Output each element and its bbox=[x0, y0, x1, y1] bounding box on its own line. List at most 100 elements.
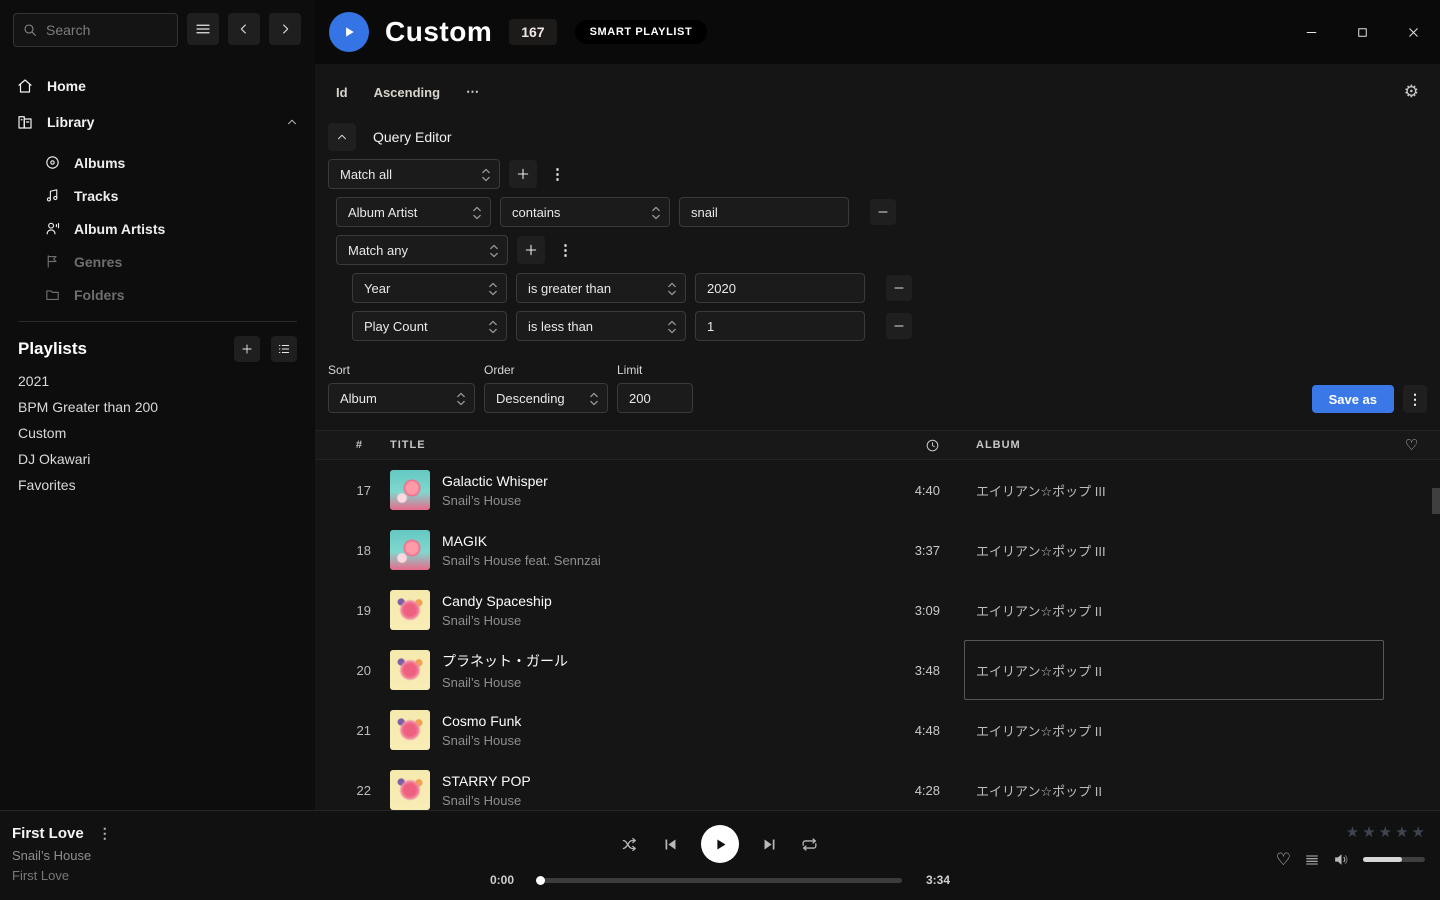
list-toolbar: Id Ascending ⋯ ⚙ bbox=[315, 64, 1440, 102]
collapse-query-editor-button[interactable] bbox=[328, 123, 356, 151]
track-album-cell-focused[interactable]: エイリアン☆ポップ II bbox=[964, 640, 1384, 700]
rule-field-select[interactable]: Play Count bbox=[352, 311, 507, 341]
table-row[interactable]: 17 Galactic WhisperSnail’s House 4:40 エイ… bbox=[315, 460, 1440, 520]
maximize-button[interactable] bbox=[1351, 21, 1374, 44]
gear-icon[interactable]: ⚙ bbox=[1404, 82, 1419, 102]
play-pause-button[interactable] bbox=[701, 825, 739, 863]
table-row[interactable]: 21 Cosmo FunkSnail’s House 4:48 エイリアン☆ポッ… bbox=[315, 700, 1440, 760]
group-menu-button[interactable]: ⋮ bbox=[554, 241, 577, 259]
seek-thumb[interactable] bbox=[536, 876, 545, 885]
volume-slider[interactable] bbox=[1363, 857, 1425, 862]
menu-button[interactable] bbox=[187, 13, 219, 45]
track-album-cell[interactable]: エイリアン☆ポップ III bbox=[964, 520, 1384, 580]
sidebar-item-folders[interactable]: Folders bbox=[0, 278, 315, 311]
table-row[interactable]: 22 STARRY POPSnail’s House 4:28 エイリアン☆ポッ… bbox=[315, 760, 1440, 810]
star-icon[interactable]: ★ bbox=[1379, 823, 1392, 841]
nav-forward-button[interactable] bbox=[269, 13, 301, 45]
limit-input[interactable] bbox=[617, 383, 693, 413]
rule-value-input[interactable] bbox=[695, 311, 865, 341]
table-row[interactable]: 20 プラネット・ガールSnail’s House 3:48 エイリアン☆ポップ… bbox=[315, 640, 1440, 700]
save-menu-button[interactable]: ⋮ bbox=[1403, 385, 1427, 413]
clock-icon bbox=[925, 438, 940, 453]
track-album-cell[interactable]: エイリアン☆ポップ II bbox=[964, 580, 1384, 640]
scrollbar-thumb[interactable] bbox=[1432, 488, 1440, 514]
search-icon bbox=[22, 22, 38, 38]
playlist-item[interactable]: 2021 bbox=[0, 368, 315, 394]
chevron-up-icon[interactable] bbox=[285, 115, 299, 129]
add-rule-button[interactable] bbox=[517, 236, 545, 264]
artist-icon bbox=[44, 220, 61, 237]
remove-rule-button[interactable] bbox=[886, 275, 912, 301]
sidebar-item-tracks[interactable]: Tracks bbox=[0, 179, 315, 212]
next-track-button[interactable] bbox=[761, 836, 778, 853]
now-playing-track[interactable]: First Love bbox=[12, 825, 84, 842]
playlist-item[interactable]: Custom bbox=[0, 420, 315, 446]
add-rule-button[interactable] bbox=[509, 160, 537, 188]
sort-select[interactable]: Album bbox=[328, 383, 475, 413]
remove-rule-button[interactable] bbox=[886, 313, 912, 339]
sidebar-item-genres[interactable]: Genres bbox=[0, 245, 315, 278]
queue-button[interactable] bbox=[1304, 852, 1320, 868]
title-column-header[interactable]: TITLE bbox=[390, 439, 870, 451]
nav-back-button[interactable] bbox=[228, 13, 260, 45]
rule-field-select[interactable]: Year bbox=[352, 273, 507, 303]
rule-operator-select[interactable]: is less than bbox=[516, 311, 686, 341]
star-icon[interactable]: ★ bbox=[1346, 823, 1359, 841]
seek-bar[interactable] bbox=[538, 878, 902, 883]
duration-column-header[interactable] bbox=[870, 438, 940, 453]
table-row[interactable]: 18 MAGIKSnail’s House feat. Sennzai 3:37… bbox=[315, 520, 1440, 580]
sidebar-item-home[interactable]: Home bbox=[0, 68, 315, 104]
previous-track-button[interactable] bbox=[662, 836, 679, 853]
match-type-select[interactable]: Match all bbox=[328, 159, 500, 189]
track-album: エイリアン☆ポップ II bbox=[976, 781, 1102, 800]
more-options-button[interactable]: ⋯ bbox=[466, 84, 479, 100]
order-select[interactable]: Descending bbox=[484, 383, 608, 413]
now-playing-artist[interactable]: Snail’s House bbox=[12, 848, 112, 863]
match-type-select[interactable]: Match any bbox=[336, 235, 508, 265]
music-note-icon bbox=[44, 187, 61, 204]
star-icon[interactable]: ★ bbox=[1362, 823, 1375, 841]
track-album-cell[interactable]: エイリアン☆ポップ II bbox=[964, 700, 1384, 760]
now-playing-album[interactable]: First Love bbox=[12, 868, 112, 883]
close-button[interactable] bbox=[1402, 21, 1425, 44]
star-icon[interactable]: ★ bbox=[1395, 823, 1408, 841]
album-column-header[interactable]: ALBUM bbox=[964, 439, 1384, 451]
now-playing-menu-button[interactable]: ⋮ bbox=[98, 825, 112, 842]
remove-rule-button[interactable] bbox=[870, 199, 896, 225]
favorite-button[interactable]: ♡ bbox=[1276, 851, 1291, 868]
index-column-header[interactable]: # bbox=[315, 439, 371, 451]
playlist-item[interactable]: DJ Okawari bbox=[0, 446, 315, 472]
rule-operator-select[interactable]: is greater than bbox=[516, 273, 686, 303]
sort-field-button[interactable]: Id bbox=[336, 85, 348, 100]
smart-playlist-badge: SMART PLAYLIST bbox=[575, 20, 708, 44]
save-as-button[interactable]: Save as bbox=[1312, 385, 1394, 413]
minus-icon bbox=[892, 281, 906, 295]
track-index: 20 bbox=[315, 663, 371, 678]
rule-field-select[interactable]: Album Artist bbox=[336, 197, 491, 227]
playlist-item[interactable]: Favorites bbox=[0, 472, 315, 498]
play-playlist-button[interactable] bbox=[329, 12, 369, 52]
sidebar-item-album-artists[interactable]: Album Artists bbox=[0, 212, 315, 245]
flag-icon bbox=[44, 253, 61, 270]
sort-direction-button[interactable]: Ascending bbox=[374, 85, 440, 100]
rule-value-input[interactable] bbox=[695, 273, 865, 303]
star-icon[interactable]: ★ bbox=[1412, 823, 1425, 841]
playlist-list-button[interactable] bbox=[271, 336, 297, 362]
volume-button[interactable] bbox=[1333, 851, 1350, 868]
shuffle-button[interactable] bbox=[621, 835, 640, 854]
favorite-column-header[interactable]: ♡ bbox=[1384, 436, 1440, 454]
minus-icon bbox=[876, 205, 890, 219]
table-row[interactable]: 19 Candy SpaceshipSnail’s House 3:09 エイリ… bbox=[315, 580, 1440, 640]
sidebar-item-albums[interactable]: Albums bbox=[0, 146, 315, 179]
track-album-cell[interactable]: エイリアン☆ポップ III bbox=[964, 460, 1384, 520]
repeat-button[interactable] bbox=[800, 835, 819, 854]
rule-value-input[interactable] bbox=[679, 197, 849, 227]
group-menu-button[interactable]: ⋮ bbox=[546, 165, 569, 183]
playlist-item[interactable]: BPM Greater than 200 bbox=[0, 394, 315, 420]
track-album-cell[interactable]: エイリアン☆ポップ II bbox=[964, 760, 1384, 810]
now-playing-info: First Love ⋮ Snail’s House First Love bbox=[12, 825, 112, 883]
minimize-button[interactable] bbox=[1300, 21, 1323, 44]
add-playlist-button[interactable] bbox=[234, 336, 260, 362]
rule-operator-select[interactable]: contains bbox=[500, 197, 670, 227]
sidebar-item-library[interactable]: Library bbox=[0, 104, 315, 140]
